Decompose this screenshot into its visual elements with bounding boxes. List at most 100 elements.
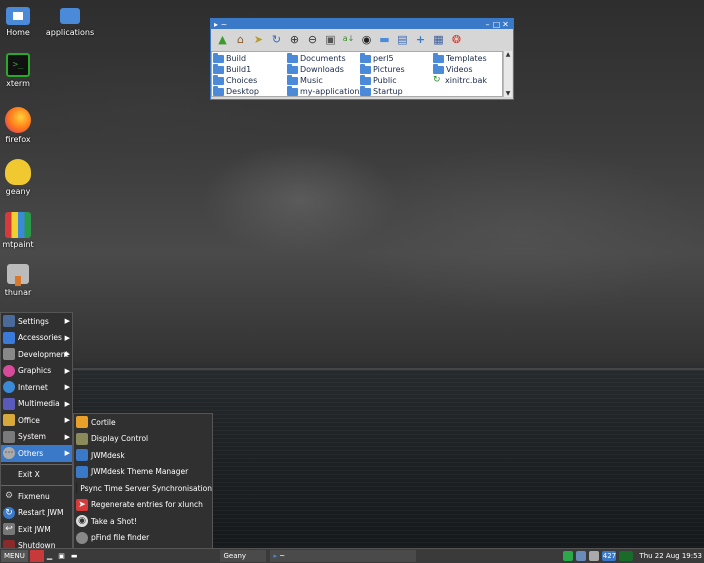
menu-item-pfind[interactable]: pFind file finder xyxy=(74,530,212,547)
add-icon[interactable]: + xyxy=(413,32,428,47)
list-item[interactable]: perl5 xyxy=(360,52,405,64)
desktop-icon-home[interactable]: Home xyxy=(0,5,43,37)
menu-item-development[interactable]: Development ▶ xyxy=(1,346,72,363)
menu-item-regenerate-xlunch[interactable]: ➤ Regenerate entries for xlunch xyxy=(74,497,212,514)
internet-globe-icon xyxy=(3,381,15,394)
list-item[interactable]: Documents xyxy=(287,52,364,64)
task-button-geany[interactable]: Geany xyxy=(220,550,267,562)
menu-item-cortile[interactable]: Cortile xyxy=(74,414,212,431)
scroll-down-icon[interactable]: ▼ xyxy=(504,90,512,97)
list-item[interactable]: Build xyxy=(213,52,259,64)
network-icon[interactable] xyxy=(576,551,587,561)
select-icon[interactable]: ▣ xyxy=(323,32,338,47)
task-button-filemanager[interactable]: ▸ ~ xyxy=(270,550,417,562)
refresh-icon[interactable]: ↻ xyxy=(269,32,284,47)
menu-item-settings[interactable]: Settings ▶ xyxy=(1,313,72,330)
list-item[interactable]: Videos xyxy=(433,63,487,75)
quicklaunch-icon[interactable] xyxy=(29,550,44,562)
chevron-right-icon: ▶ xyxy=(64,449,70,458)
desktop-icon-firefox[interactable]: firefox xyxy=(0,107,43,144)
folder-icon[interactable]: ▬ xyxy=(377,32,392,47)
menu-item-jwmdesk-theme-manager[interactable]: JWMdesk Theme Manager xyxy=(74,464,212,481)
exit-icon: ↩ xyxy=(3,523,15,536)
maximize-button[interactable]: □ xyxy=(492,20,501,29)
folder-icon: ▸ xyxy=(273,552,277,560)
menu-item-display-control[interactable]: Display Control xyxy=(74,431,212,448)
desktop-icon-geany[interactable]: geany xyxy=(0,159,43,196)
list-item[interactable]: Desktop xyxy=(213,85,259,97)
scroll-up-icon[interactable]: ▲ xyxy=(504,51,512,58)
save-icon[interactable]: ▦ xyxy=(431,32,446,47)
list-item[interactable]: Templates xyxy=(433,52,487,64)
minimize-button[interactable]: – xyxy=(483,20,492,29)
file-manager-window[interactable]: ▸ ~ – □ ✕ ▲ ⌂ ➤ ↻ ⊕ ⊖ ▣ a↓ ◉ ▬ ▤ + ▦ ❂ Bui… xyxy=(210,18,514,100)
folder-icon xyxy=(287,63,298,74)
menu-item-office[interactable]: Office ▶ xyxy=(1,412,72,429)
desktop-icon-applications[interactable]: applications xyxy=(45,5,95,37)
eye-icon[interactable]: ◉ xyxy=(359,32,374,47)
file-list[interactable]: Build Build1 Choices Desktop Documents D… xyxy=(211,51,503,97)
list-item[interactable]: Downloads xyxy=(287,63,364,75)
menu-item-exit-x[interactable]: Exit X xyxy=(1,467,72,484)
others-submenu: Cortile Display Control JWMdesk JWMdesk … xyxy=(73,413,213,563)
close-button[interactable]: ✕ xyxy=(501,20,510,29)
show-desktop-icon[interactable]: ▬ xyxy=(68,550,81,562)
menu-item-internet[interactable]: Internet ▶ xyxy=(1,379,72,396)
file-column: Build Build1 Choices Desktop xyxy=(213,52,259,97)
cpu-monitor-icon[interactable]: 427 xyxy=(602,551,617,561)
vertical-scrollbar[interactable]: ▲ ▼ xyxy=(503,51,512,97)
menu-item-graphics[interactable]: Graphics ▶ xyxy=(1,363,72,380)
up-icon[interactable]: ▲ xyxy=(215,32,230,47)
list-item[interactable]: Build1 xyxy=(213,63,259,75)
battery-graph-icon[interactable] xyxy=(619,551,634,561)
list-item[interactable]: Public xyxy=(360,74,405,86)
bookmark-icon[interactable]: ➤ xyxy=(251,32,266,47)
zoom-out-icon[interactable]: ⊖ xyxy=(305,32,320,47)
settings-icon xyxy=(3,315,15,328)
menu-item-exit-jwm[interactable]: ↩ Exit JWM xyxy=(1,521,72,538)
document-icon[interactable]: ▤ xyxy=(395,32,410,47)
others-icon: ⋯ xyxy=(3,447,15,460)
home-icon[interactable]: ⌂ xyxy=(233,32,248,47)
gear-icon: ⚙ xyxy=(4,491,14,502)
terminal-launch-icon[interactable]: ▣ xyxy=(55,550,68,562)
clock[interactable]: Thu 22 Aug 19:53 xyxy=(639,552,702,560)
list-item[interactable]: Music xyxy=(287,74,364,86)
list-item[interactable]: Pictures xyxy=(360,63,405,75)
folder-icon xyxy=(360,52,371,63)
help-icon[interactable]: ❂ xyxy=(449,32,464,47)
menu-item-jwmdesk[interactable]: JWMdesk xyxy=(74,447,212,464)
menu-item-restart-jwm[interactable]: ↻ Restart JWM xyxy=(1,505,72,522)
folder-icon xyxy=(287,85,298,96)
jwmdesk-icon xyxy=(76,449,88,462)
list-item[interactable]: Startup xyxy=(360,85,405,97)
zoom-in-icon[interactable]: ⊕ xyxy=(287,32,302,47)
desktop-icon-mtpaint[interactable]: mtpaint xyxy=(0,212,43,249)
desktop-icon-xterm[interactable]: >_ xterm xyxy=(0,53,43,88)
folder-icon xyxy=(360,63,371,74)
list-item[interactable]: Choices xyxy=(213,74,259,86)
menu-item-take-a-shot[interactable]: ◉ Take a Shot! xyxy=(74,513,212,530)
list-item[interactable]: ↻ xinitrc.bak xyxy=(433,75,487,86)
chevron-right-icon: ▶ xyxy=(64,383,70,392)
system-icon xyxy=(3,430,15,443)
restart-icon: ↻ xyxy=(3,506,15,519)
office-icon xyxy=(3,414,15,427)
menu-item-system[interactable]: System ▶ xyxy=(1,429,72,446)
taskbar: MENU ▁ ▣ ▬ Geany ▸ ~ 427 Thu 22 Aug 19:5… xyxy=(0,548,704,563)
list-item[interactable]: my-applications xyxy=(287,85,364,97)
menu-item-psync[interactable]: Psync Time Server Synchronisation xyxy=(74,480,212,497)
folder-icon xyxy=(60,8,80,24)
window-titlebar[interactable]: ▸ ~ – □ ✕ xyxy=(211,19,513,29)
menu-item-fixmenu[interactable]: ⚙ Fixmenu xyxy=(1,488,72,505)
chevron-right-icon: ▶ xyxy=(64,317,70,326)
menu-button[interactable]: MENU xyxy=(1,550,28,562)
volume-icon[interactable] xyxy=(589,551,600,561)
menu-item-accessories[interactable]: Accessories ▶ xyxy=(1,330,72,347)
minimize-all-icon[interactable]: ▁ xyxy=(44,550,55,562)
sort-icon[interactable]: a↓ xyxy=(341,32,356,47)
android-icon[interactable] xyxy=(563,551,574,561)
menu-item-others[interactable]: ⋯ Others ▶ xyxy=(1,445,72,462)
desktop-icon-thunar[interactable]: thunar xyxy=(0,264,43,297)
menu-item-multimedia[interactable]: Multimedia ▶ xyxy=(1,396,72,413)
